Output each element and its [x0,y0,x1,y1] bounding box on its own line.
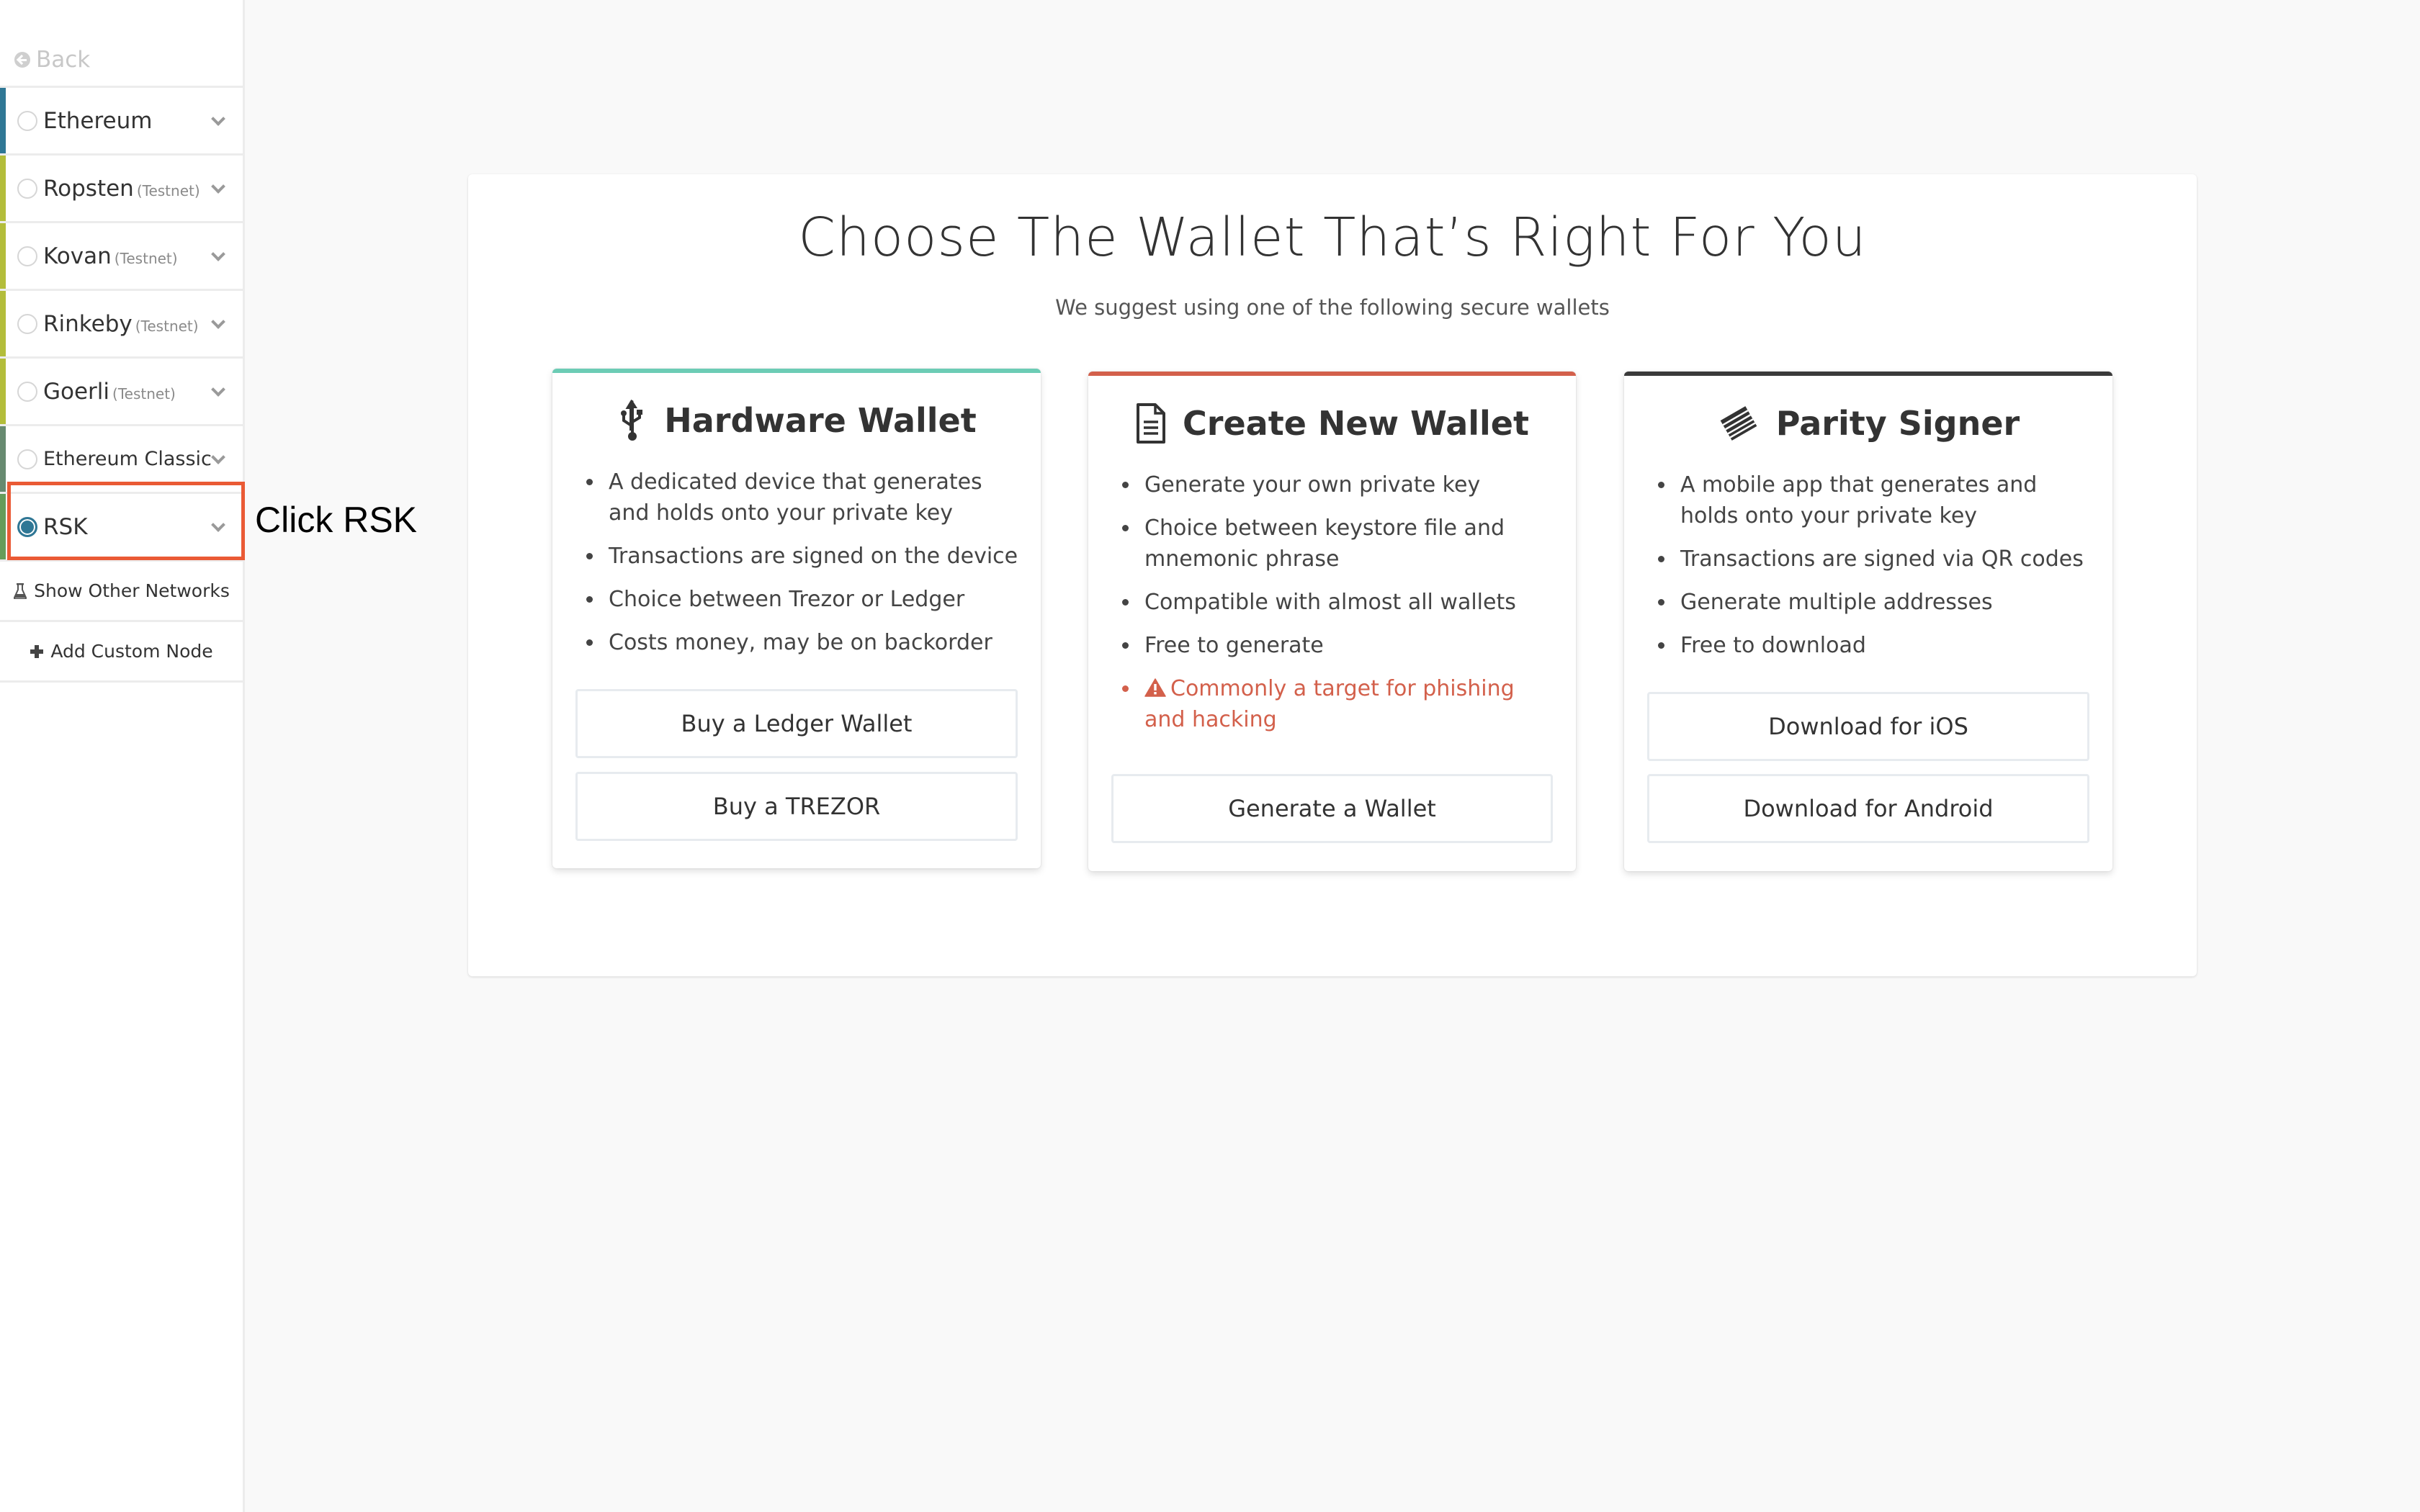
network-name: Goerli [43,378,110,405]
network-name: RSK [43,513,88,540]
feature-item: Choice between keystore file and mnemoni… [1140,513,1554,575]
feature-item: Generate multiple addresses [1676,587,2091,618]
network-name: Ethereum Classic [43,448,212,470]
annotation-label: Click RSK [255,500,418,540]
usb-icon [621,399,643,441]
feature-item: Transactions are signed on the device [604,541,1019,572]
feature-item: Compatible with almost all wallets [1140,587,1554,618]
network-radio[interactable] [17,449,37,469]
network-name: Ropsten [43,175,134,202]
testnet-tag: (Testnet) [114,249,178,267]
add-custom-node-button[interactable]: Add Custom Node [0,622,243,683]
network-radio[interactable] [17,178,37,199]
network-color-stripe [0,156,6,221]
network-list: Ethereum Ropsten (Testnet) Kovan (Testnet)… [0,88,243,683]
back-label: Back [36,47,91,73]
phishing-warning-item: Commonly a target for phishing and hacki… [1140,673,1554,735]
network-color-stripe [0,426,6,492]
card-header: Parity Signer [1624,402,2112,445]
card-title: Hardware Wallet [664,401,977,440]
feature-item: A dedicated device that generates and ho… [604,467,1019,528]
network-color-stripe [0,494,6,559]
feature-list: A dedicated device that generates and ho… [604,467,1019,670]
feature-list: A mobile app that generates and holds on… [1676,469,2091,673]
network-color-stripe [0,291,6,356]
show-other-networks-button[interactable]: Show Other Networks [0,562,243,622]
add-custom-node-label: Add Custom Node [50,641,213,662]
card-title: Create New Wallet [1183,404,1529,443]
show-other-networks-label: Show Other Networks [34,580,230,601]
feature-item: Free to download [1676,630,2091,661]
testnet-tag: (Testnet) [112,384,176,402]
buy-trezor-button[interactable]: Buy a TREZOR [575,772,1018,841]
network-name: Ethereum [43,107,153,134]
page-title: Choose The Wallet That’s Right For You [798,207,1867,269]
chevron-down-icon[interactable] [211,179,225,194]
feature-item: Free to generate [1140,630,1554,661]
network-radio[interactable] [17,313,37,334]
feature-item: Costs money, may be on backorder [604,627,1019,658]
network-item-rinkeby[interactable]: Rinkeby (Testnet) [0,291,243,359]
chevron-down-icon[interactable] [211,112,225,126]
network-sidebar: Back Ethereum Ropsten (Testnet) Kovan (Tes… [0,0,245,1512]
back-button[interactable]: Back [14,42,90,78]
network-radio[interactable] [17,110,37,131]
feature-item: Choice between Trezor or Ledger [604,584,1019,615]
network-radio[interactable] [17,246,37,266]
arrow-circle-left-icon [14,52,30,68]
network-item-ropsten[interactable]: Ropsten (Testnet) [0,156,243,223]
testnet-tag: (Testnet) [136,181,200,199]
network-radio-selected[interactable] [17,516,37,537]
testnet-tag: (Testnet) [135,317,199,335]
wallet-chooser-panel: Choose The Wallet That’s Right For You W… [468,174,2197,976]
network-name: Kovan [43,243,112,269]
network-item-kovan[interactable]: Kovan (Testnet) [0,223,243,291]
hardware-wallet-card: Hardware Wallet A dedicated device that … [552,369,1041,868]
card-header: Hardware Wallet [552,399,1041,442]
parity-signer-icon [1720,406,1757,441]
network-color-stripe [0,88,6,153]
create-new-wallet-card: Create New Wallet Generate your own priv… [1088,372,1576,871]
buy-ledger-button[interactable]: Buy a Ledger Wallet [575,689,1018,758]
network-item-rsk[interactable]: RSK [0,494,243,562]
download-ios-button[interactable]: Download for iOS [1647,692,2089,761]
network-color-stripe [0,223,6,289]
network-item-ethereum[interactable]: Ethereum [0,88,243,156]
feature-item: Transactions are signed via QR codes [1676,544,2091,575]
document-icon [1137,403,1166,444]
card-title: Parity Signer [1775,404,2020,443]
chevron-down-icon[interactable] [211,382,225,397]
chevron-down-icon[interactable] [211,450,225,464]
warning-text: Commonly a target for phishing and hacki… [1144,676,1515,732]
feature-list: Generate your own private key Choice bet… [1140,469,1554,747]
page-subtitle: We suggest using one of the following se… [1055,295,1610,320]
network-item-goerli[interactable]: Goerli (Testnet) [0,359,243,426]
network-color-stripe [0,359,6,424]
generate-wallet-button[interactable]: Generate a Wallet [1111,774,1553,843]
feature-item: Generate your own private key [1140,469,1554,500]
feature-item: A mobile app that generates and holds on… [1676,469,2091,531]
chevron-down-icon[interactable] [211,518,225,532]
network-radio[interactable] [17,381,37,402]
plus-icon [30,644,44,658]
network-name: Rinkeby [43,310,133,337]
chevron-down-icon[interactable] [211,247,225,261]
flask-icon [14,582,27,599]
warning-triangle-icon [1144,678,1166,697]
download-android-button[interactable]: Download for Android [1647,774,2089,843]
card-header: Create New Wallet [1088,402,1576,445]
network-item-ethereum-classic[interactable]: Ethereum Classic [0,426,243,494]
chevron-down-icon[interactable] [211,315,225,329]
parity-signer-card: Parity Signer A mobile app that generate… [1624,372,2112,871]
